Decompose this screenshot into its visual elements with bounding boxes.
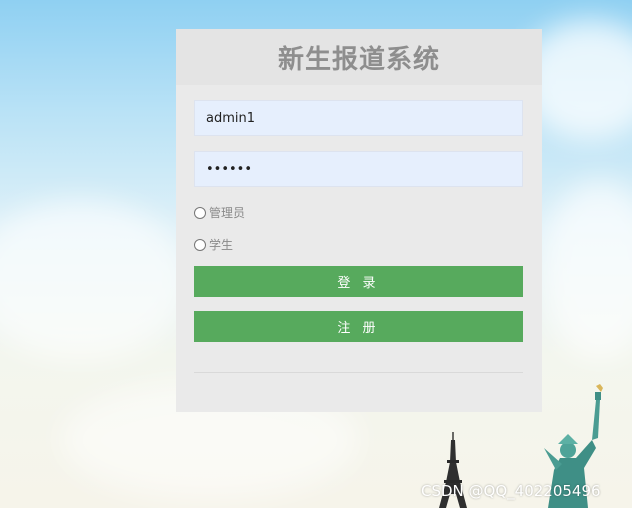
watermark-text: CSDN @QQ_402205496 [421,482,601,500]
register-button[interactable]: 注 册 [194,311,523,342]
role-option-admin[interactable]: 管理员 [194,204,245,221]
role-radio-student[interactable] [194,238,206,251]
role-label-admin: 管理员 [209,206,246,220]
role-option-student[interactable]: 学生 [194,236,233,253]
role-radio-admin[interactable] [194,206,206,219]
login-button[interactable]: 登 录 [194,266,523,297]
panel-header: 新生报道系统 [176,29,542,85]
cloud-decoration [0,200,190,360]
role-label-student: 学生 [209,238,234,252]
cloud-decoration [540,180,632,360]
divider [194,372,523,373]
page-title: 新生报道系统 [277,44,440,75]
password-input[interactable] [194,151,523,187]
login-panel: 新生报道系统 管理员 学生 登 录 注 册 [176,29,542,412]
username-input[interactable] [194,100,523,136]
